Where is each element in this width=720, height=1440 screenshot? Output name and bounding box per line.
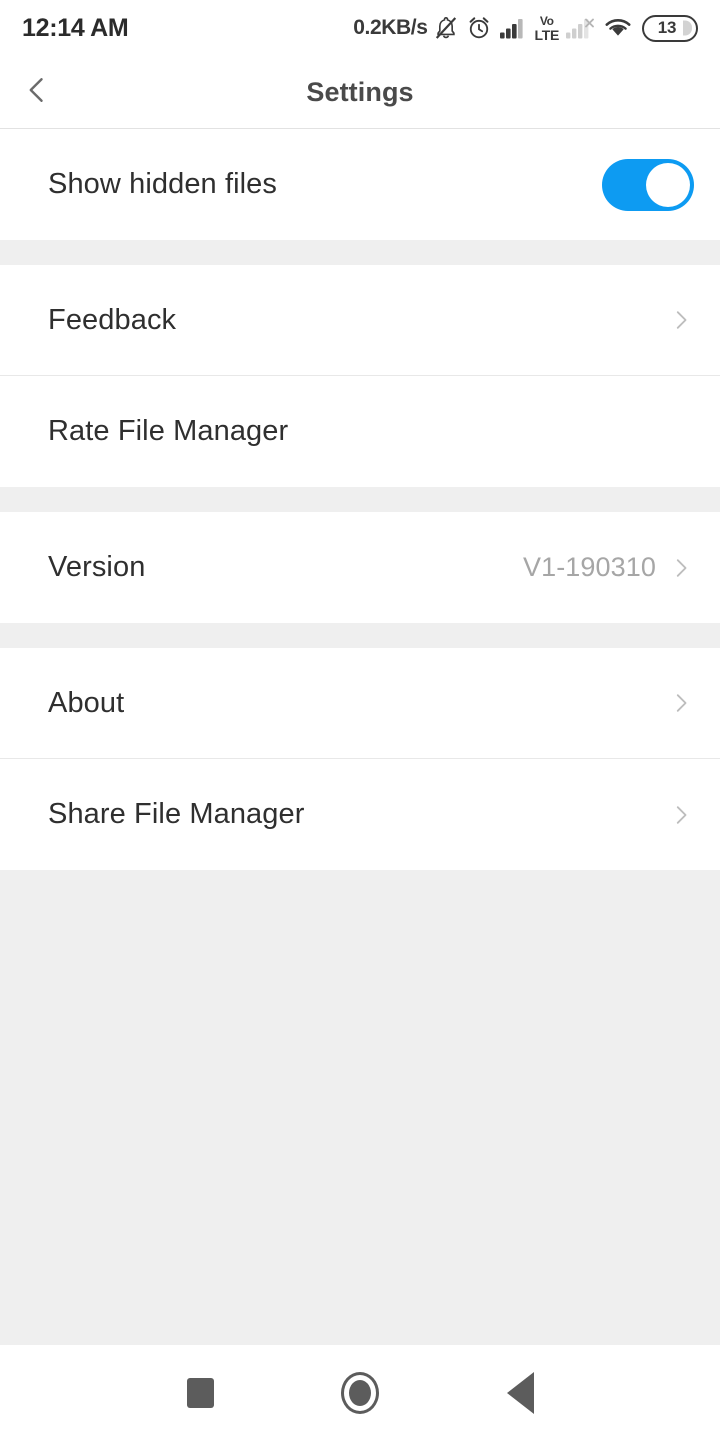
row-accessory [602,158,694,211]
setting-row-version[interactable]: Version V1-190310 [0,512,720,623]
row-accessory: V1-190310 [523,552,694,583]
bell-muted-icon [433,15,459,41]
row-label: About [48,686,125,719]
row-accessory [668,690,694,716]
chevron-right-icon [668,307,694,333]
version-value: V1-190310 [522,552,656,582]
show-hidden-files-toggle[interactable] [602,158,694,211]
setting-row-rate-file-manager[interactable]: Rate File Manager [0,376,720,487]
recents-button[interactable] [155,1345,245,1440]
app-header: Settings [0,56,720,129]
chevron-right-icon [668,690,694,716]
wifi-icon [603,16,633,40]
home-button[interactable] [315,1345,405,1440]
recents-square-icon [186,1377,214,1408]
chevron-left-icon [20,73,54,112]
battery-icon: 13 [642,14,698,42]
alarm-clock-icon [466,15,492,41]
status-bar: 12:14 AM 0.2KB/s Vo LTE 13 [0,0,720,56]
settings-group-display: Show hidden files [0,129,720,240]
settings-list: Show hidden files Feedback Rate File Man… [0,129,720,1345]
volte-bottom-text: LTE [534,26,559,43]
settings-group-version: Version V1-190310 [0,512,720,623]
battery-level-text: 13 [657,18,677,37]
battery-tip [683,20,692,36]
toggle-knob [646,162,690,207]
row-label: Share File Manager [48,798,305,830]
status-clock: 12:14 AM [22,13,129,42]
row-label: Show hidden files [48,168,278,200]
setting-row-show-hidden-files[interactable]: Show hidden files [0,129,720,240]
row-label: Feedback [48,303,177,336]
volte-icon: Vo LTE [534,15,559,42]
status-icons: 0.2KB/s Vo LTE 13 [353,14,698,42]
android-navigation-bar [0,1345,720,1440]
row-accessory [668,802,694,828]
phone-screen: 12:14 AM 0.2KB/s Vo LTE 13 Settings Show… [0,0,720,1440]
chevron-right-icon [668,555,694,581]
page-title: Settings [306,76,414,107]
settings-group-support: Feedback Rate File Manager [0,265,720,487]
back-triangle-icon [506,1371,534,1414]
back-button[interactable] [0,56,74,129]
chevron-right-icon [668,802,694,828]
row-label: Rate File Manager [48,415,289,447]
section-gap [0,487,720,512]
section-gap [0,240,720,265]
signal-bars-no-service-icon [566,16,596,40]
row-label: Version [48,551,146,583]
signal-bars-full-icon [499,16,527,40]
section-gap [0,623,720,648]
row-accessory [668,307,694,333]
setting-row-feedback[interactable]: Feedback [0,265,720,376]
home-circle-icon [341,1371,379,1414]
setting-row-about[interactable]: About [0,648,720,759]
network-speed-text: 0.2KB/s [353,16,428,39]
volte-top-text: Vo [539,13,554,28]
setting-row-share-file-manager[interactable]: Share File Manager [0,759,720,870]
settings-group-about: About Share File Manager [0,648,720,870]
back-nav-button[interactable] [475,1345,565,1440]
